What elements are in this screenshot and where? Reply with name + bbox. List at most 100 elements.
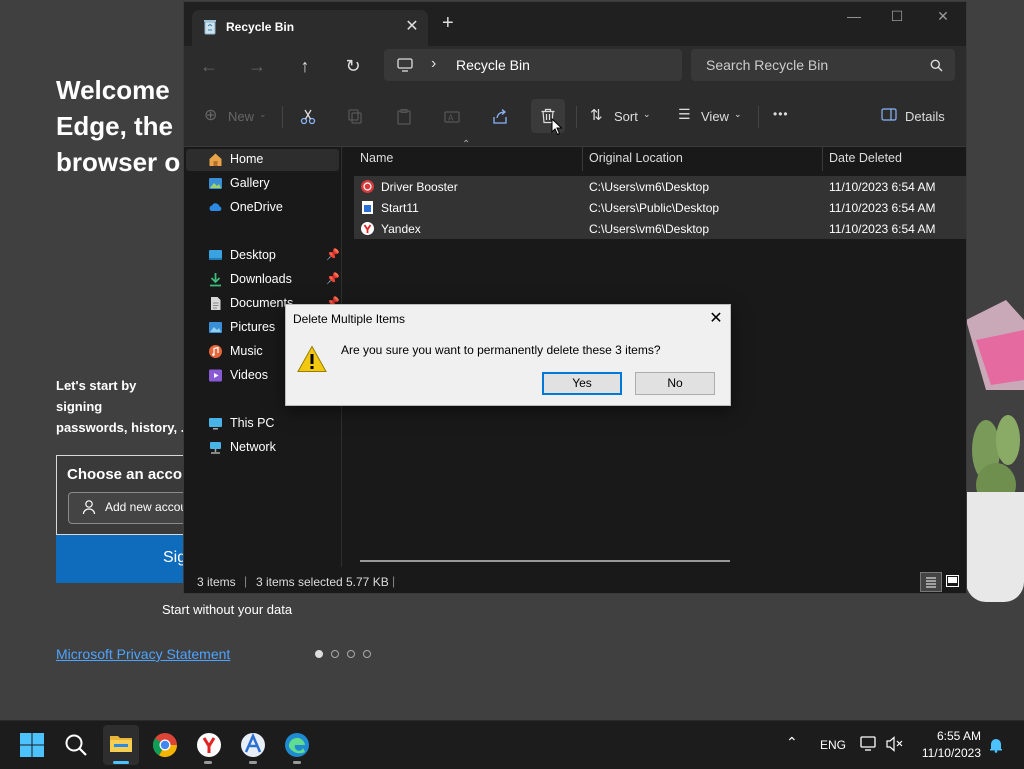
tab-recycle-bin[interactable]: Recycle Bin ✕ xyxy=(192,10,428,46)
privacy-statement-link[interactable]: Microsoft Privacy Statement xyxy=(56,646,230,662)
yandex-browser-icon[interactable] xyxy=(193,729,225,761)
carousel-dot[interactable] xyxy=(347,650,355,658)
windows-start-icon[interactable] xyxy=(16,729,48,761)
column-divider[interactable] xyxy=(822,147,823,171)
tiles-view-toggle[interactable] xyxy=(943,573,961,589)
back-arrow-icon[interactable]: ← xyxy=(197,54,221,78)
column-divider[interactable] xyxy=(582,147,583,171)
details-view-toggle[interactable] xyxy=(920,572,942,592)
show-hidden-icons-chevron-icon[interactable]: ⌃ xyxy=(786,734,798,751)
nav-item-onedrive[interactable]: OneDrive xyxy=(186,197,339,219)
horizontal-scrollbar[interactable] xyxy=(360,560,730,562)
yes-button[interactable]: Yes xyxy=(542,372,622,395)
file-name: Start11 xyxy=(381,201,419,215)
recycle-bin-icon xyxy=(204,20,216,35)
nav-label: Home xyxy=(230,152,264,166)
nav-item-network[interactable]: Network xyxy=(186,437,339,459)
copy-icon[interactable] xyxy=(347,109,363,125)
cut-icon[interactable] xyxy=(300,109,316,125)
taskbar: ⌃ ENG 6:55 AM 11/10/2023 xyxy=(0,720,1024,769)
nav-label: Music xyxy=(230,344,263,358)
toolbar-divider xyxy=(758,106,759,128)
file-row-driver-booster[interactable]: Driver Booster C:\Users\vm6\Desktop 11/1… xyxy=(354,176,966,197)
no-button[interactable]: No xyxy=(635,372,715,395)
toolbar-divider xyxy=(282,106,283,128)
column-header-date-deleted[interactable]: Date Deleted xyxy=(829,151,902,165)
column-header-original-location[interactable]: Original Location xyxy=(589,151,683,165)
sign-in-button[interactable]: Sig xyxy=(56,535,196,583)
details-label: Details xyxy=(905,109,945,124)
more-options-icon[interactable]: ••• xyxy=(773,107,789,133)
file-name: Driver Booster xyxy=(381,180,458,194)
volume-muted-icon[interactable] xyxy=(886,736,904,752)
chevron-down-icon: ⌄ xyxy=(734,109,742,119)
nav-item-this-pc[interactable]: This PC xyxy=(186,413,339,435)
music-icon xyxy=(209,345,222,358)
edge-icon[interactable] xyxy=(281,729,313,761)
search-input[interactable]: Search Recycle Bin xyxy=(691,49,955,81)
monitor-icon xyxy=(397,58,413,72)
sort-label: Sort xyxy=(614,109,638,124)
file-row-start11[interactable]: Start11 C:\Users\Public\Desktop 11/10/20… xyxy=(354,197,966,218)
plus-circle-icon: ⊕ xyxy=(204,107,218,124)
up-arrow-icon[interactable]: ↑ xyxy=(293,54,317,78)
clock-time[interactable]: 6:55 AM xyxy=(935,729,981,743)
rename-icon[interactable]: A xyxy=(444,109,460,125)
nav-item-downloads[interactable]: Downloads 📌 xyxy=(186,269,340,291)
new-label: New xyxy=(228,109,255,124)
delete-confirmation-dialog: Delete Multiple Items ✕ Are you sure you… xyxy=(285,304,731,406)
dialog-message: Are you sure you want to permanently del… xyxy=(341,343,661,357)
nav-item-desktop[interactable]: Desktop 📌 xyxy=(186,245,340,267)
chrome-icon[interactable] xyxy=(149,729,181,761)
status-divider: | xyxy=(392,574,396,588)
minimize-icon[interactable]: — xyxy=(839,8,869,24)
new-tab-icon[interactable]: + xyxy=(442,12,454,35)
pin-icon[interactable]: 📌 xyxy=(326,248,340,261)
file-explorer-window: Recycle Bin ✕ + — ☐ ✕ ← → ↑ ↻ › Recycle … xyxy=(183,1,967,594)
taskbar-file-explorer[interactable] xyxy=(103,725,139,765)
file-name: Yandex xyxy=(381,222,421,236)
nav-item-home[interactable]: Home xyxy=(186,149,339,171)
nav-label: Network xyxy=(230,440,276,454)
refresh-icon[interactable]: ↻ xyxy=(341,54,365,78)
language-indicator[interactable]: ENG xyxy=(820,738,846,752)
command-bar: ⊕ New ⌄ A ⇅ Sort ⌄ ☰ View ⌄ ••• Details xyxy=(184,86,966,147)
carousel-dot[interactable] xyxy=(363,650,371,658)
maximize-icon[interactable]: ☐ xyxy=(882,8,912,25)
start11-app-icon[interactable] xyxy=(237,729,269,761)
paste-icon[interactable] xyxy=(396,109,412,125)
tab-close-icon[interactable]: ✕ xyxy=(402,16,422,36)
driver-booster-icon xyxy=(361,180,374,193)
network-monitor-icon[interactable] xyxy=(860,736,878,752)
search-icon[interactable] xyxy=(60,729,92,761)
carousel-dot[interactable] xyxy=(331,650,339,658)
nav-label: OneDrive xyxy=(230,200,283,214)
pictures-icon xyxy=(209,322,222,333)
nav-label: This PC xyxy=(230,416,275,430)
toolbar-divider xyxy=(576,106,577,128)
add-account-button[interactable]: Add new accou xyxy=(68,492,202,524)
start-without-data-link[interactable]: Start without your data xyxy=(162,602,292,617)
share-icon[interactable] xyxy=(492,109,508,125)
choose-account-title: Choose an acco xyxy=(67,466,183,483)
notification-bell-icon[interactable] xyxy=(988,737,1004,753)
item-count: 3 items xyxy=(197,575,236,589)
sort-arrows-icon: ⇅ xyxy=(590,107,603,124)
details-pane-icon xyxy=(881,108,897,121)
address-bar[interactable]: › Recycle Bin xyxy=(384,49,682,81)
desktop-icon xyxy=(209,250,222,260)
forward-arrow-icon[interactable]: → xyxy=(245,54,269,78)
clock-date[interactable]: 11/10/2023 xyxy=(916,746,981,760)
file-row-yandex[interactable]: Yandex C:\Users\vm6\Desktop 11/10/2023 6… xyxy=(354,218,966,239)
edge-welcome-heading: Welcome Edge, the browser o xyxy=(56,75,181,177)
carousel-dot-active[interactable] xyxy=(315,650,323,658)
dialog-close-icon[interactable]: ✕ xyxy=(707,308,725,328)
file-date-deleted: 11/10/2023 6:54 AM xyxy=(829,222,936,236)
breadcrumb-recycle-bin[interactable]: Recycle Bin xyxy=(456,57,530,73)
window-close-icon[interactable]: ✕ xyxy=(928,8,958,25)
column-header-name[interactable]: Name xyxy=(360,151,393,165)
tiles-view-icon xyxy=(946,575,959,587)
pin-icon[interactable]: 📌 xyxy=(326,272,340,285)
nav-item-gallery[interactable]: Gallery xyxy=(186,173,339,195)
nav-label: Desktop xyxy=(230,248,276,262)
